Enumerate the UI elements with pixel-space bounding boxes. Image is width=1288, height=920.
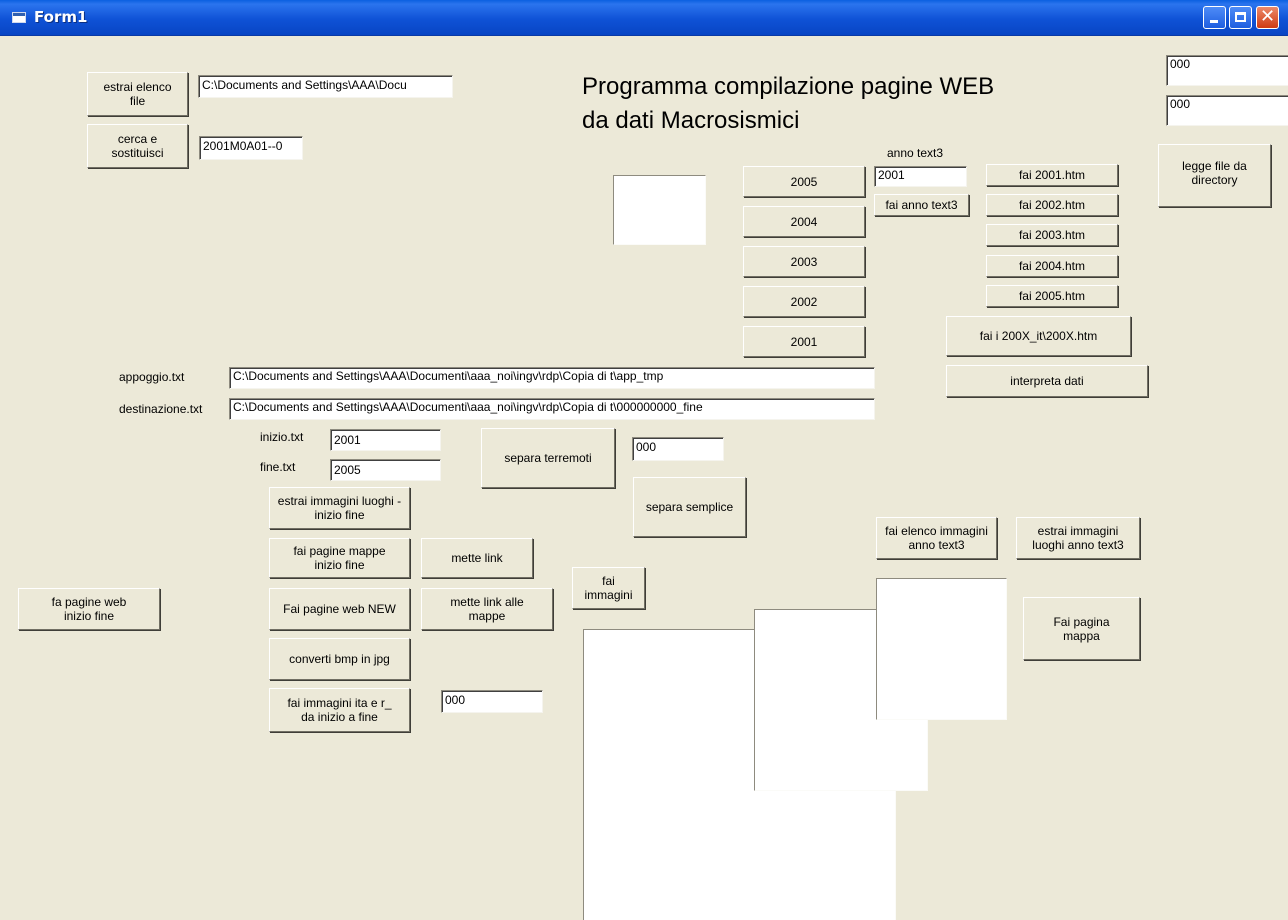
year-2001-button[interactable]: 2001 [743,326,865,357]
year-2002-button[interactable]: 2002 [743,286,865,317]
estrai-immagini-luoghi-button[interactable]: estrai immagini luoghi - inizio fine [269,487,410,529]
year-2005-button[interactable]: 2005 [743,166,865,197]
path-input[interactable]: C:\Documents and Settings\AAA\Docu [198,75,453,98]
fai-pagine-mappe-button[interactable]: fai pagine mappe inizio fine [269,538,410,578]
appoggio-path-input[interactable]: C:\Documents and Settings\AAA\Documenti\… [229,367,875,389]
close-button[interactable]: ✕ [1256,6,1279,29]
fai-2001-htm-button[interactable]: fai 2001.htm [986,164,1118,186]
fine-label: fine.txt [260,460,296,474]
year-2004-button[interactable]: 2004 [743,206,865,237]
page-heading: Programma compilazione pagine WEB da dat… [582,73,995,134]
fai-pagina-mappa-button[interactable]: Fai pagina mappa [1023,597,1140,660]
anno-input[interactable]: 2001 [874,166,967,187]
anno-text3-label: anno text3 [887,146,944,160]
estrai-elenco-file-button[interactable]: estrai elenco file [87,72,188,116]
fai-2002-htm-button[interactable]: fai 2002.htm [986,194,1118,216]
interpreta-dati-button[interactable]: interpreta dati [946,365,1148,397]
minimize-icon [1210,20,1218,23]
inizio-label: inizio.txt [260,430,304,444]
fai-2004-htm-button[interactable]: fai 2004.htm [986,255,1118,277]
fai-immagini-button[interactable]: fai immagini [572,567,645,609]
mette-link-mappe-button[interactable]: mette link alle mappe [421,588,553,630]
search-code-input[interactable]: 2001M0A01--0 [199,136,303,160]
destinazione-label: destinazione.txt [119,402,203,416]
fine-input[interactable]: 2005 [330,459,441,481]
legge-file-directory-button[interactable]: legge file da directory [1158,144,1271,207]
fai-pagine-web-new-button[interactable]: Fai pagine web NEW [269,588,410,630]
inizio-input[interactable]: 2001 [330,429,441,451]
maximize-icon [1235,12,1246,22]
top-right-field-2[interactable]: 000 [1166,95,1288,126]
cerca-sostituisci-button[interactable]: cerca e sostituisci [87,124,188,168]
fai-immagini-ita-button[interactable]: fai immagini ita e r_ da inizio a fine [269,688,410,732]
title-bar[interactable]: Form1 ✕ [0,0,1288,36]
window-title: Form1 [34,8,88,26]
appoggio-label: appoggio.txt [119,370,185,384]
close-icon: ✕ [1259,6,1276,27]
estrai-immagini-anno-button[interactable]: estrai immagini luoghi anno text3 [1016,517,1140,559]
app-window-icon[interactable] [12,12,26,23]
converti-bmp-jpg-button[interactable]: converti bmp in jpg [269,638,410,680]
fai-2005-htm-button[interactable]: fai 2005.htm [986,285,1118,307]
top-right-field-1[interactable]: 000 [1166,55,1288,86]
fai-anno-text3-button[interactable]: fai anno text3 [874,194,969,216]
separa-semplice-button[interactable]: separa semplice [633,477,746,537]
fai-elenco-immagini-button[interactable]: fai elenco immagini anno text3 [876,517,997,559]
immagini-counter-input[interactable]: 000 [441,690,543,713]
fa-pagine-web-button[interactable]: fa pagine web inizio fine [18,588,160,630]
fai-2003-htm-button[interactable]: fai 2003.htm [986,224,1118,246]
year-2003-button[interactable]: 2003 [743,246,865,277]
minimize-button[interactable] [1203,6,1226,29]
fai-200x-it-button[interactable]: fai i 200X_it\200X.htm [946,316,1131,356]
picture-box-small [876,578,1007,720]
destinazione-path-input[interactable]: C:\Documents and Settings\AAA\Documenti\… [229,398,875,420]
maximize-button[interactable] [1229,6,1252,29]
separa-terremoti-button[interactable]: separa terremoti [481,428,615,488]
mette-link-button[interactable]: mette link [421,538,533,578]
separa-counter-input[interactable]: 000 [632,437,724,461]
small-picture-box [613,175,706,245]
